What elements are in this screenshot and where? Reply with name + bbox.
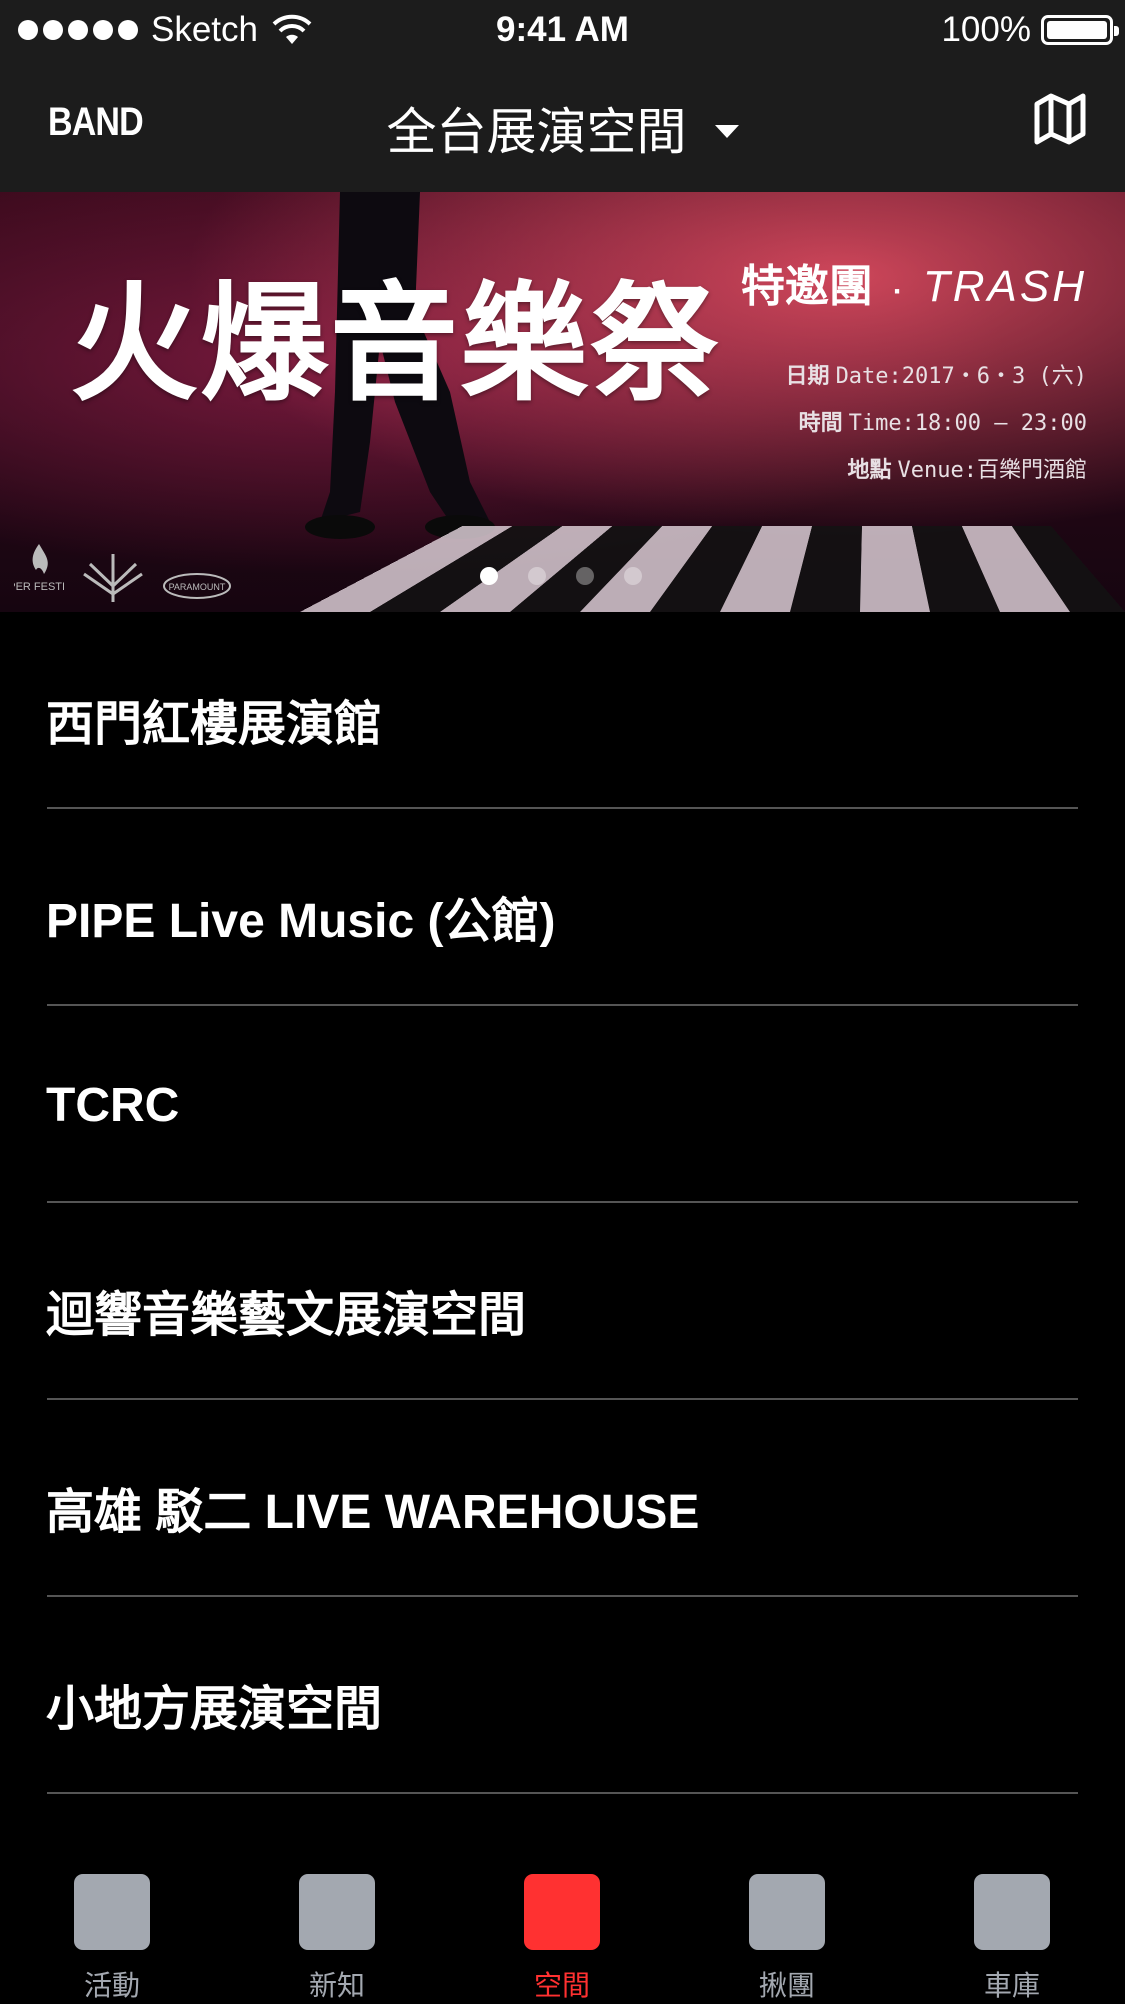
venue-name: 高雄 駁二 LIVE WAREHOUSE: [46, 1486, 700, 1539]
time-value: Time:18:00 — 23:00: [848, 411, 1087, 436]
tab-label: 空間: [533, 1970, 590, 2001]
tab-events[interactable]: 活動: [52, 1874, 172, 2004]
tab-news-icon: [299, 1874, 375, 1950]
divider: [47, 1792, 1078, 1794]
battery-percent: 100%: [941, 10, 1031, 49]
tab-garage[interactable]: 車庫: [952, 1874, 1072, 2004]
battery-icon: [1041, 15, 1119, 45]
event-banner[interactable]: 火爆音樂祭 特邀團 · TRASH 日期 Date:2017・6・3 (六) 時間 Ti…: [0, 192, 1125, 612]
wings-guitar-logo: [83, 554, 143, 602]
sponsor-logos: HYPER FESTIVAL PARAMOUNT: [14, 540, 232, 606]
map-icon[interactable]: [1033, 92, 1087, 146]
tab-news[interactable]: 新知: [277, 1874, 397, 2004]
date-value: Date:2017・6・3 (六): [835, 364, 1087, 389]
list-item[interactable]: PIPE Live Music (公館): [0, 809, 1125, 1006]
tab-garage-icon: [974, 1874, 1050, 1950]
guest-line: 特邀團 · TRASH: [741, 250, 1087, 314]
pager-dot[interactable]: [480, 567, 498, 585]
venue-name: 西門紅樓展演館: [46, 698, 383, 751]
hyper-festival-logo: HYPER FESTIVAL: [14, 544, 64, 593]
paramount-logo: PARAMOUNT: [163, 573, 231, 599]
guest-label: 特邀團: [740, 262, 873, 311]
tab-label: 車庫: [983, 1970, 1040, 2001]
tab-spaces[interactable]: 空間: [502, 1874, 622, 2004]
event-time: 時間 Time:18:00 — 23:00: [799, 405, 1087, 437]
guest-band: TRASH: [922, 262, 1087, 311]
venue-value: Venue:百樂門酒館: [897, 458, 1087, 483]
status-bar: Sketch 9:41 AM 100%: [0, 0, 1125, 62]
tab-meetup-icon: [749, 1874, 825, 1950]
venue-name: 迴響音樂藝文展演空間: [46, 1289, 527, 1342]
caret-down-icon: [714, 125, 739, 139]
logo-text-paramount: PARAMOUNT: [169, 582, 226, 592]
tab-label: 活動: [83, 1970, 140, 2001]
list-item[interactable]: 高雄 駁二 LIVE WAREHOUSE: [0, 1400, 1125, 1597]
venue-name: PIPE Live Music (公館): [46, 895, 556, 948]
pager-dot[interactable]: [576, 567, 594, 585]
venue-label: 地點: [847, 457, 892, 482]
nav-bar: BAND 全台展演空間: [0, 62, 1125, 192]
region-selector[interactable]: 全台展演空間: [0, 92, 1125, 164]
event-date: 日期 Date:2017・6・3 (六): [786, 358, 1087, 390]
list-item[interactable]: 西門紅樓展演館: [0, 612, 1125, 809]
time-label: 時間: [798, 410, 843, 435]
event-venue: 地點 Venue:百樂門酒館: [848, 452, 1088, 484]
tab-meetup[interactable]: 揪團: [727, 1874, 847, 2004]
banner-title: 火爆音樂祭: [70, 273, 721, 416]
tab-events-icon: [74, 1874, 150, 1950]
list-item[interactable]: 迴響音樂藝文展演空間: [0, 1203, 1125, 1400]
pager-dot[interactable]: [624, 567, 642, 585]
nav-title: 全台展演空間: [386, 104, 687, 160]
date-label: 日期: [785, 363, 830, 388]
venue-name: TCRC: [46, 1079, 180, 1132]
list-item[interactable]: 小地方展演空間: [0, 1597, 1125, 1794]
tab-spaces-icon: [524, 1874, 600, 1950]
guest-separator: ·: [892, 275, 903, 308]
battery-group: 100%: [941, 10, 1119, 50]
venue-list: 西門紅樓展演館 PIPE Live Music (公館) TCRC 迴響音樂藝文展演空…: [0, 612, 1125, 1794]
logo-text-hyper: HYPER FESTIVAL: [14, 581, 64, 593]
pager-dot[interactable]: [528, 567, 546, 585]
tab-label: 新知: [308, 1970, 365, 2001]
tab-bar: 活動 新知 空間 揪團 車庫: [0, 1830, 1125, 2001]
list-item[interactable]: TCRC: [0, 1006, 1125, 1203]
tab-label: 揪團: [758, 1970, 815, 2001]
venue-name: 小地方展演空間: [46, 1683, 383, 1736]
carousel-pager[interactable]: [480, 567, 642, 585]
